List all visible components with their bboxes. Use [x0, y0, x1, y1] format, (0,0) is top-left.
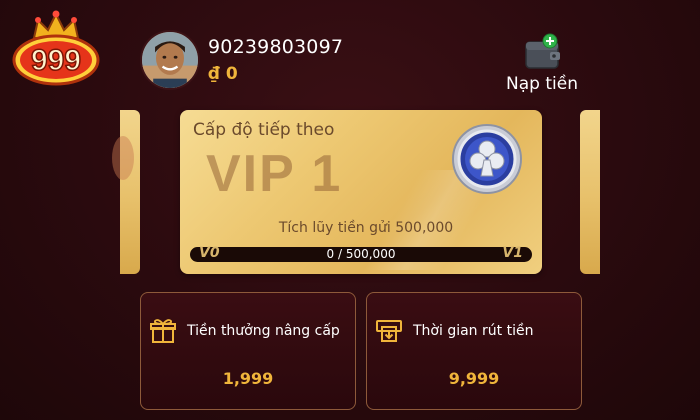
- balance: ₫ 0: [208, 64, 238, 84]
- vip-progress-bar: V0 0 / 500,000 V1: [190, 245, 532, 262]
- progress-text: 0 / 500,000: [326, 247, 396, 261]
- brand-logo: 999: [12, 10, 100, 94]
- avatar[interactable]: [140, 30, 200, 90]
- withdraw-time-value: 9,999: [448, 369, 500, 388]
- avatar-photo: [142, 32, 198, 88]
- logo-text: 999: [31, 44, 81, 77]
- gift-icon: [149, 317, 177, 345]
- withdraw-time-card[interactable]: Thời gian rút tiền 9,999: [366, 292, 582, 410]
- upgrade-bonus-value: 1,999: [222, 369, 274, 388]
- user-id: 90239803097: [208, 36, 344, 58]
- balance-amount: 0: [225, 64, 238, 84]
- next-level-label: Cấp độ tiếp theo: [193, 120, 335, 140]
- progress-to-label: V1: [502, 245, 523, 261]
- deposit-requirement: Tích lũy tiền gửi 500,000: [278, 220, 454, 236]
- previous-vip-card[interactable]: [112, 110, 140, 274]
- wallet-plus-icon: [520, 32, 564, 72]
- vip-level-card: Cấp độ tiếp theo VIP 1 Tích lũy tiền gửi…: [180, 110, 542, 274]
- topup-button[interactable]: Nạp tiền: [500, 32, 584, 94]
- club-badge-icon: [450, 122, 524, 196]
- upgrade-bonus-title: Tiền thưởng nâng cấp: [187, 323, 340, 339]
- vip-level-title: VIP 1: [206, 145, 343, 203]
- currency-symbol: ₫: [208, 64, 220, 84]
- withdraw-time-title: Thời gian rút tiền: [413, 323, 534, 339]
- topup-label: Nạp tiền: [506, 74, 578, 94]
- upgrade-bonus-card[interactable]: Tiền thưởng nâng cấp 1,999: [140, 292, 356, 410]
- withdraw-icon: [375, 317, 403, 345]
- next-vip-card[interactable]: [580, 110, 600, 274]
- crown-logo-icon: 999: [12, 10, 100, 86]
